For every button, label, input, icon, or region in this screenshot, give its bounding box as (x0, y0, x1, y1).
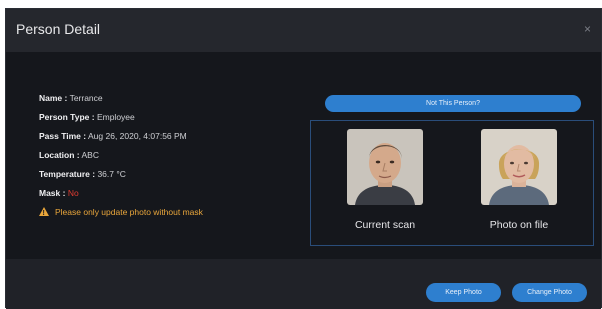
mask-value: No (67, 188, 79, 198)
person-type-row: Person Type : Employee (39, 111, 203, 130)
dialog-footer: Keep Photo Change Photo (6, 259, 601, 309)
person-type-label: Person Type : (39, 112, 95, 122)
location-label: Location : (39, 150, 80, 160)
location-row: Location : ABC (39, 149, 203, 168)
temperature-label: Temperature : (39, 169, 96, 179)
person-detail-dialog: Person Detail × Name : Terrance Person T… (5, 8, 602, 309)
mask-row: Mask : No (39, 187, 203, 206)
keep-photo-button[interactable]: Keep Photo (426, 283, 501, 302)
person-type-value: Employee (96, 112, 135, 122)
location-value: ABC (81, 150, 99, 160)
current-scan-photo (347, 129, 423, 205)
not-this-person-button[interactable]: Not This Person? (325, 95, 581, 112)
temperature-row: Temperature : 36.7 °C (39, 168, 203, 187)
name-row: Name : Terrance (39, 92, 203, 111)
warning-text: Please only update photo without mask (55, 207, 203, 217)
change-photo-button[interactable]: Change Photo (512, 283, 587, 302)
dialog-titlebar: Person Detail × (6, 9, 601, 52)
photo-on-file-caption: Photo on file (489, 219, 549, 231)
pass-time-row: Pass Time : Aug 26, 2020, 4:07:56 PM (39, 130, 203, 149)
photo-compare-panel: Current scan Photo on file (310, 120, 594, 246)
mask-warning: Please only update photo without mask (39, 206, 203, 225)
photo-on-file (481, 129, 557, 205)
current-scan-caption: Current scan (354, 219, 416, 231)
temperature-value: 36.7 °C (97, 169, 126, 179)
name-label: Name : (39, 93, 68, 103)
person-info: Name : Terrance Person Type : Employee P… (39, 92, 203, 225)
name-value: Terrance (69, 93, 103, 103)
mask-label: Mask : (39, 188, 66, 198)
pass-time-value: Aug 26, 2020, 4:07:56 PM (88, 131, 187, 141)
pass-time-label: Pass Time : (39, 131, 87, 141)
warning-icon (39, 207, 49, 220)
dialog-title: Person Detail (16, 21, 101, 37)
close-icon[interactable]: × (584, 22, 591, 36)
